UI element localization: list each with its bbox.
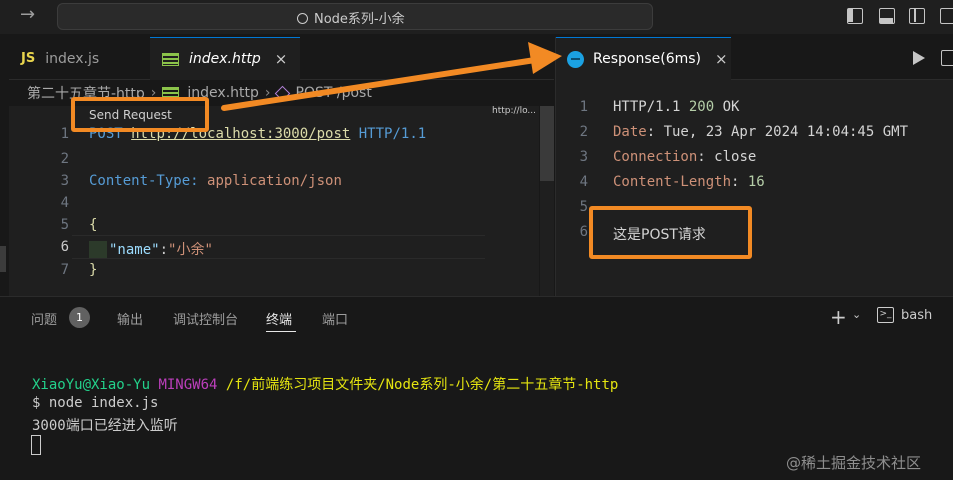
tab-index-http[interactable]: index.http × xyxy=(150,37,300,80)
command-center-search[interactable]: Node系列-小余 xyxy=(57,3,653,30)
http-file-icon xyxy=(162,52,179,66)
terminal-prompt: XiaoYu@Xiao-Yu MINGW64 /f/前端练习项目文件夹/Node… xyxy=(32,374,618,394)
header-key: Content-Length xyxy=(613,174,732,190)
line-number: 6 xyxy=(579,224,588,240)
close-icon[interactable]: × xyxy=(275,50,288,68)
response-body-highlight xyxy=(589,206,752,259)
code-line-open-brace: { xyxy=(89,217,98,233)
terminal-path: /f/前端练习项目文件夹/Node系列-小余/第二十五章节-http xyxy=(225,377,619,393)
terminal-command: $ node index.js xyxy=(32,395,159,411)
tab-output[interactable]: 输出 xyxy=(117,309,143,328)
active-tab-indicator xyxy=(266,331,296,332)
tab-label: index.js xyxy=(45,50,100,67)
line-number: 3 xyxy=(60,173,69,189)
http-version: HTTP/1.1 xyxy=(358,126,427,142)
code-editor[interactable]: Send Request http://lo... 1 2 3 4 5 6 7 … xyxy=(9,106,539,296)
command-center-label: Node系列-小余 xyxy=(314,12,405,27)
header-value: : Tue, 23 Apr 2024 14:04:45 GMT xyxy=(646,124,909,140)
title-bar: → Node系列-小余 xyxy=(0,0,953,34)
activity-bar-edge xyxy=(0,34,9,296)
search-icon xyxy=(297,13,308,24)
header-value: 16 xyxy=(747,174,765,190)
header-value: : close xyxy=(697,149,757,165)
terminal-icon: >_ xyxy=(877,307,894,323)
toggle-panel-icon[interactable] xyxy=(879,8,895,24)
header-key: Connection xyxy=(613,149,698,165)
current-line-highlight xyxy=(72,235,485,259)
line-number: 3 xyxy=(579,149,588,165)
close-icon[interactable]: × xyxy=(715,50,728,68)
line-number: 7 xyxy=(60,262,69,278)
editor-scrollbar[interactable] xyxy=(540,106,554,296)
status-line: HTTP/1.1 200 OK xyxy=(613,99,739,115)
line-number: 4 xyxy=(579,174,588,190)
header-value: application/json xyxy=(207,173,342,189)
tab-problems[interactable]: 问题 xyxy=(31,309,57,328)
run-icon[interactable] xyxy=(913,51,925,65)
tab-response[interactable]: Response(6ms) × xyxy=(556,37,731,80)
terminal-cursor[interactable] xyxy=(31,435,41,455)
status-text: OK xyxy=(714,99,740,115)
response-header-date: Date: Tue, 23 Apr 2024 14:04:45 GMT xyxy=(613,124,908,140)
line-number: 5 xyxy=(60,217,69,233)
problems-count-badge: 1 xyxy=(69,307,90,328)
terminal-output: 3000端口已经进入监听 xyxy=(32,418,178,434)
symbol-icon xyxy=(274,85,290,101)
line-number: 6 xyxy=(60,239,69,255)
minimap[interactable]: http://lo... xyxy=(492,106,536,116)
line-number: 5 xyxy=(579,199,588,215)
line-number: 1 xyxy=(60,126,69,142)
header-key: Date xyxy=(613,124,647,140)
line-number: 1 xyxy=(579,99,588,115)
activity-indicator xyxy=(0,246,6,272)
split-editor-icon[interactable] xyxy=(941,50,953,66)
chevron-right-icon: › xyxy=(264,85,271,101)
line-number: 4 xyxy=(60,195,69,211)
toggle-sidebar-icon[interactable] xyxy=(847,8,863,24)
response-header-connection: Connection: close xyxy=(613,149,756,165)
response-pane[interactable]: 1 2 3 4 5 6 HTTP/1.1 200 OK Date: Tue, 2… xyxy=(555,80,953,296)
breadcrumb-symbol[interactable]: POST /post xyxy=(296,85,372,101)
line-number: 2 xyxy=(579,124,588,140)
tab-ports[interactable]: 端口 xyxy=(322,309,348,328)
editor-tab-bar: JS index.js index.http × xyxy=(9,37,554,80)
status-code: 200 xyxy=(688,99,715,115)
customize-layout-icon[interactable] xyxy=(940,8,953,24)
send-request-highlight xyxy=(71,97,209,132)
javascript-file-icon: JS xyxy=(21,51,36,66)
tab-debug-console[interactable]: 调试控制台 xyxy=(173,309,238,328)
code-line-close-brace: } xyxy=(89,262,98,278)
tab-label: Response(6ms) xyxy=(593,51,702,67)
response-header-content-length: Content-Length: 16 xyxy=(613,174,765,190)
toggle-secondary-sidebar-icon[interactable] xyxy=(909,8,925,24)
forward-arrow-icon[interactable]: → xyxy=(20,4,35,25)
watermark: @稀土掘金技术社区 xyxy=(786,454,922,472)
response-tab-bar: Response(6ms) × xyxy=(555,37,953,80)
terminal-name[interactable]: bash xyxy=(901,308,932,323)
tab-index-js[interactable]: JS index.js xyxy=(9,37,149,80)
response-globe-icon xyxy=(567,50,584,68)
terminal-host: MINGW64 xyxy=(158,377,218,393)
code-line-header: Content-Type: application/json xyxy=(89,173,342,189)
line-number: 2 xyxy=(60,151,69,167)
terminal-user: XiaoYu@Xiao-Yu xyxy=(32,377,151,393)
tab-terminal[interactable]: 终端 xyxy=(266,309,292,328)
header-key: Content-Type: xyxy=(89,173,199,189)
chevron-down-icon[interactable]: ⌄ xyxy=(852,308,861,321)
header-separator: : xyxy=(731,174,748,190)
scrollbar-thumb[interactable] xyxy=(540,106,554,181)
status-prefix: HTTP/1.1 xyxy=(613,99,689,115)
new-terminal-plus-icon[interactable]: + xyxy=(830,305,847,329)
tab-label: index.http xyxy=(189,51,261,67)
